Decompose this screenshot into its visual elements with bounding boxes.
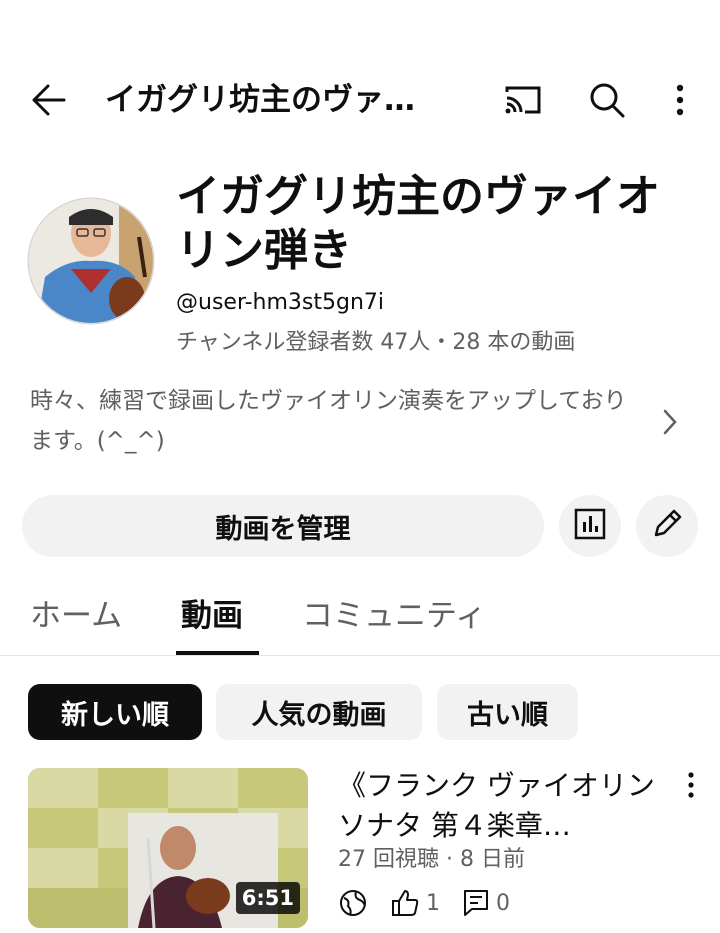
video-thumbnail[interactable]: 6:51 xyxy=(28,768,308,928)
search-icon[interactable] xyxy=(589,82,625,118)
arrow-left-icon[interactable] xyxy=(30,82,68,118)
thumbs-up-icon[interactable] xyxy=(390,888,420,918)
channel-handle: @user-hm3st5gn7i xyxy=(176,290,384,315)
chip-oldest[interactable]: 古い順 xyxy=(437,684,578,740)
chevron-right-icon[interactable] xyxy=(662,408,678,440)
comment-count: 0 xyxy=(496,890,510,916)
channel-stats: チャンネル登録者数 47人・28 本の動画 xyxy=(176,330,576,355)
edit-channel-button[interactable] xyxy=(636,495,698,557)
manage-videos-button[interactable]: 動画を管理 xyxy=(22,495,544,557)
comment-icon[interactable] xyxy=(462,888,490,918)
page-title: イガグリ坊主のヴァ… xyxy=(105,82,415,118)
cast-icon[interactable] xyxy=(503,84,543,116)
tab-divider xyxy=(0,655,720,656)
chip-newest[interactable]: 新しい順 xyxy=(28,684,202,740)
analytics-icon xyxy=(574,508,606,544)
channel-description[interactable]: 時々、練習で録画したヴァイオリン演奏をアップしております。(^_^) xyxy=(30,381,630,461)
like-count: 1 xyxy=(426,890,440,916)
globe-icon xyxy=(338,888,368,918)
avatar[interactable] xyxy=(27,197,155,325)
video-more-icon[interactable] xyxy=(686,772,696,802)
tab-home[interactable]: ホーム xyxy=(30,592,122,640)
video-title[interactable]: 《フランク ヴァイオリンソナタ 第４楽章… xyxy=(338,766,668,846)
analytics-button[interactable] xyxy=(559,495,621,557)
tab-community[interactable]: コミュニティ xyxy=(302,592,486,640)
video-duration: 6:51 xyxy=(235,882,300,914)
more-vertical-icon[interactable] xyxy=(673,84,687,116)
pencil-icon xyxy=(650,507,684,545)
tab-videos[interactable]: 動画 xyxy=(181,592,243,640)
chip-popular[interactable]: 人気の動画 xyxy=(216,684,422,740)
channel-name: イガグリ坊主のヴァイオリン弾き xyxy=(176,171,660,276)
video-stats-row: 1 0 xyxy=(338,888,510,918)
video-meta: 27 回視聴 · 8 日前 xyxy=(338,847,525,872)
